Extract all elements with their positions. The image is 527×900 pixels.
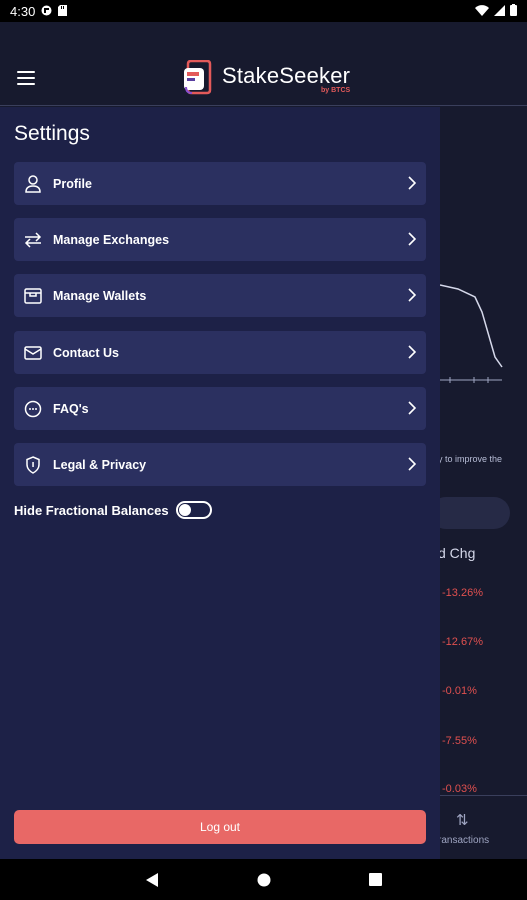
menu-item-label: Legal & Privacy [53,457,147,472]
status-bar: 4:30 [0,0,527,22]
menu-item-label: Contact Us [53,345,119,360]
stakeseeker-logo-icon [184,60,212,95]
battery-icon [510,3,517,19]
menu-item-legal-privacy[interactable]: Legal & Privacy [14,443,426,486]
change-value: -7.55% [442,735,477,747]
background-search-pill [440,497,510,529]
chevron-right-icon [408,232,416,246]
background-note: y to improve the [440,454,503,464]
change-value: -0.01% [442,685,477,697]
swap-arrows-icon [24,231,42,249]
logout-button[interactable]: Log out [14,810,426,844]
hamburger-menu-icon[interactable] [17,71,35,85]
menu-item-manage-exchanges[interactable]: Manage Exchanges [14,218,426,261]
toggle-label: Hide Fractional Balances [14,502,169,518]
chevron-right-icon [408,288,416,302]
signal-icon [494,4,505,19]
sd-card-icon [58,4,68,19]
recents-icon[interactable] [369,873,382,886]
hide-fractional-balances-toggle[interactable] [175,501,212,519]
menu-item-label: Manage Wallets [53,288,147,303]
status-time: 4:30 [10,3,36,19]
system-nav-bar [0,859,527,900]
change-value: -12.67% [442,636,483,648]
chevron-right-icon [408,176,416,190]
transactions-tab-label: ransactions [440,835,490,846]
price-chart [440,284,503,383]
transactions-icon: ⇅ [456,812,469,829]
shield-icon [24,455,42,474]
menu-item-contact-us[interactable]: Contact Us [14,331,426,374]
notification-icon [41,4,52,19]
menu-item-label: Manage Exchanges [53,232,170,247]
menu-item-manage-wallets[interactable]: Manage Wallets [14,274,426,317]
brand-logo: StakeSeeker by BTCS [182,56,350,100]
chevron-right-icon [408,457,416,471]
settings-drawer: Settings Profile Manage Exchanges Manage… [0,107,440,859]
menu-item-label: FAQ's [53,401,89,416]
menu-item-profile[interactable]: Profile [14,162,426,205]
change-value: -0.03% [442,783,477,795]
toggle-knob [178,504,191,516]
person-icon [24,174,42,193]
brand-by: by BTCS [321,86,351,94]
hide-fractional-balances-row: Hide Fractional Balances [14,501,212,519]
background-content: y to improve the d Chg -13.26% -12.67% -… [440,107,527,859]
drawer-title: Settings [14,122,90,145]
menu-item-faqs[interactable]: FAQ's [14,387,426,430]
chat-dots-icon [24,400,42,418]
mail-icon [24,344,42,362]
menu-item-label: Profile [53,176,92,191]
bottom-nav-divider [440,795,527,796]
wifi-icon [475,4,489,19]
home-icon[interactable] [257,873,271,887]
app-header: StakeSeeker by BTCS [0,22,527,106]
chevron-right-icon [408,345,416,359]
wallet-icon [24,287,42,305]
chevron-right-icon [408,401,416,415]
back-icon[interactable] [145,872,159,888]
brand-name: StakeSeeker [222,62,351,88]
column-header: d Chg [440,545,476,561]
change-value: -13.26% [442,587,483,599]
